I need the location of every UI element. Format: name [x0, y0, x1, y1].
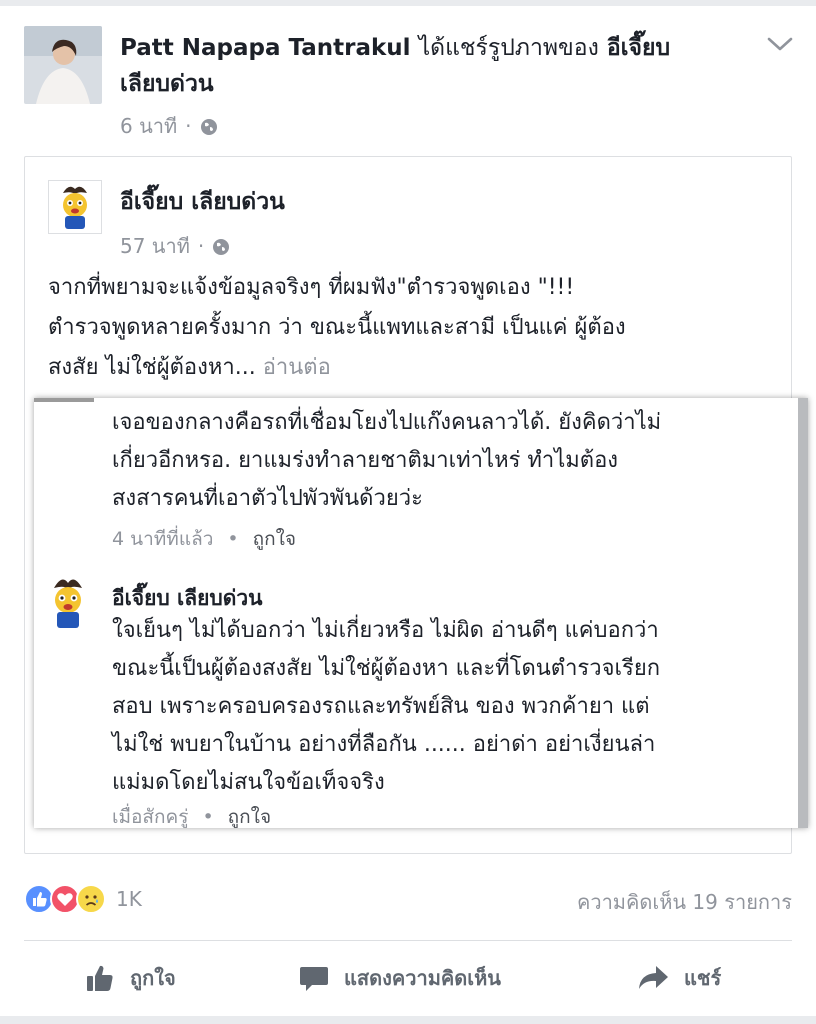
comment-label: แสดงความคิดเห็น	[344, 966, 501, 990]
top-separator	[0, 0, 816, 6]
shared-post-meta: 57 นาที ·	[120, 230, 230, 262]
comment-text: ใจเย็นๆ ไม่ได้บอกว่า ไม่เกี่ยวหรือ ไม่ผิ…	[112, 612, 660, 802]
post-title: Patt Napapa Tantrakul ได้แชร์รูปภาพของ อ…	[120, 30, 760, 102]
comment-timestamp: เมื่อสักครู่	[112, 806, 189, 828]
comment-count[interactable]: ความคิดเห็น 19 รายการ	[577, 886, 792, 918]
share-button[interactable]: แชร์	[636, 958, 721, 998]
author-avatar[interactable]	[24, 26, 102, 104]
like-button[interactable]: ถูกใจ	[84, 958, 176, 998]
shared-action-text: ได้แชร์รูปภาพของ	[418, 35, 599, 61]
comment-line: ใจเย็นๆ ไม่ได้บอกว่า ไม่เกี่ยวหรือ ไม่ผิ…	[112, 618, 659, 643]
shared-post-text: จากที่พยามจะแจ้งข้อมูลจริงๆ ที่ผมฟัง"ตำร…	[48, 268, 760, 388]
shared-page-name[interactable]: อีเจี๊ยบ เลียบด่วน	[120, 184, 285, 220]
commenter-name: อีเจี๊ยบ เลียบด่วน	[112, 586, 263, 610]
chevron-down-icon	[767, 37, 793, 51]
photo-edge-bar	[798, 398, 808, 828]
actions-divider	[24, 940, 792, 941]
like-label: ถูกใจ	[130, 966, 176, 990]
share-label: แชร์	[684, 966, 722, 990]
cropped-avatar-fragment	[34, 398, 94, 402]
comment-button[interactable]: แสดงความคิดเห็น	[298, 958, 501, 998]
shared-text-line: ตำรวจพูดหลายครั้งมาก ว่า ขณะนี้แพทและสาม…	[48, 315, 626, 340]
shared-page-name-part1[interactable]: อีเจี๊ยบ	[607, 35, 670, 61]
comment-line: สอบ เพราะครอบครองรถและทรัพย์สิน ของ พวกค…	[112, 694, 650, 719]
see-more-link[interactable]: อ่านต่อ	[263, 355, 331, 380]
comment-line: สงสารคนที่เอาตัวไปพัวพันด้วยว่ะ	[112, 486, 423, 511]
reaction-count[interactable]: 1K	[116, 887, 142, 911]
shared-text-line: สงสัย ไม่ใช่ผู้ต้องหา... อ่านต่อ	[48, 348, 760, 388]
comment-meta: เมื่อสักครู่ • ถูกใจ	[112, 802, 271, 828]
thumbs-up-icon	[87, 965, 113, 991]
globe-icon[interactable]	[212, 237, 230, 255]
author-name[interactable]: Patt Napapa Tantrakul	[120, 35, 411, 61]
shared-text-line: จากที่พยามจะแจ้งข้อมูลจริงๆ ที่ผมฟัง"ตำร…	[48, 275, 575, 300]
shared-page-name-part2[interactable]: เลียบด่วน	[120, 71, 214, 97]
separator-dot: •	[202, 806, 214, 828]
comment-like-link: ถูกใจ	[252, 528, 297, 550]
sad-reaction-icon	[76, 884, 106, 914]
globe-icon[interactable]	[200, 117, 218, 135]
comment-line: ขณะนี้เป็นผู้ต้องสงสัย ไม่ใช่ผู้ต้องหา แ…	[112, 656, 661, 681]
comment-line: ไม่ใช่ พบยาในบ้าน อย่างที่ลือกัน ...... …	[112, 732, 656, 757]
share-arrow-icon	[639, 966, 668, 989]
commenter-avatar	[42, 574, 94, 630]
shared-post-timestamp[interactable]: 57 นาที	[120, 230, 190, 262]
comment-text: เจอของกลางคือรถที่เชื่อมโยงไปแก๊งคนลาวได…	[112, 404, 661, 518]
comment-like-link: ถูกใจ	[227, 806, 272, 828]
post-timestamp[interactable]: 6 นาที	[120, 110, 177, 142]
page-avatar[interactable]	[48, 180, 102, 234]
reactions-summary[interactable]: 1K	[24, 882, 142, 916]
shared-photo[interactable]: เจอของกลางคือรถที่เชื่อมโยงไปแก๊งคนลาวได…	[34, 398, 808, 828]
shared-text-line-end: สงสัย ไม่ใช่ผู้ต้องหา...	[48, 355, 256, 380]
separator-dot: ·	[185, 114, 192, 138]
bottom-separator	[0, 1016, 816, 1024]
separator-dot: ·	[197, 234, 205, 258]
post-options-button[interactable]	[764, 28, 796, 60]
comment-meta: 4 นาทีที่แล้ว • ถูกใจ	[112, 524, 296, 554]
comment-line: เกี่ยวอีกหรอ. ยาแมร่งทำลายชาติมาเท่าไหร่…	[112, 448, 619, 473]
comment-line: แม่มดโดยไม่สนใจข้อเท็จจริง	[112, 770, 385, 795]
separator-dot: •	[227, 528, 239, 550]
comment-line: เจอของกลางคือรถที่เชื่อมโยงไปแก๊งคนลาวได…	[112, 410, 662, 435]
comment-timestamp: 4 นาทีที่แล้ว	[112, 528, 214, 550]
post-meta: 6 นาที ·	[120, 110, 218, 142]
comment-icon	[300, 967, 328, 991]
